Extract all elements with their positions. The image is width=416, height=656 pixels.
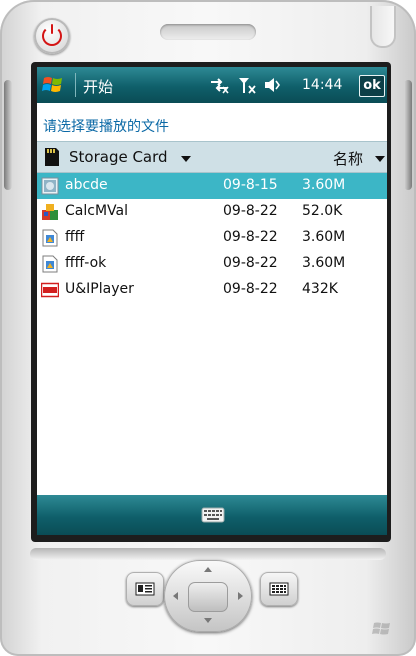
clock[interactable]: 14:44: [302, 77, 342, 93]
video-file-icon: [41, 177, 59, 195]
taskbar: 开始 14:44 ok: [37, 67, 387, 103]
screen: 开始 14:44 ok 请选择要播放的文件 Storage Card 名称 ab…: [37, 67, 387, 535]
windows-logo-icon: [372, 622, 390, 635]
dpad-right-icon: [238, 592, 243, 600]
stylus-slot: [370, 6, 396, 48]
list-header: Storage Card 名称: [37, 141, 387, 173]
list-item[interactable]: ffff-ok 09-8-22 3.60M: [37, 251, 387, 277]
dpad-down-icon: [204, 618, 212, 623]
media-file-icon: [42, 255, 58, 273]
player-app-icon: [41, 282, 59, 298]
pda-device: 开始 14:44 ok 请选择要播放的文件 Storage Card 名称 ab…: [0, 0, 416, 656]
volume-icon[interactable]: [263, 76, 283, 94]
side-grip-right: [404, 80, 412, 190]
calendar-icon: [269, 582, 289, 596]
right-hardware-button[interactable]: [260, 572, 298, 606]
list-item[interactable]: CalcMVal 09-8-22 52.0K: [37, 199, 387, 225]
contacts-icon: [135, 582, 155, 596]
ok-button[interactable]: ok: [359, 75, 385, 97]
storage-card-icon: [45, 148, 59, 166]
keyboard-icon[interactable]: [201, 506, 225, 524]
list-item[interactable]: ffff 09-8-22 3.60M: [37, 225, 387, 251]
list-item[interactable]: U&IPlayer 09-8-22 432K: [37, 277, 387, 303]
hardware-nav: [30, 548, 386, 644]
power-button[interactable]: [34, 18, 70, 54]
start-menu-label[interactable]: 开始: [83, 76, 113, 97]
prompt-text: 请选择要播放的文件: [43, 119, 169, 135]
windows-flag-icon[interactable]: [41, 73, 67, 97]
dpad-up-icon: [204, 567, 212, 572]
folder-dropdown[interactable]: Storage Card: [69, 148, 168, 166]
nav-rail: [30, 548, 386, 560]
dpad-left-icon: [173, 592, 178, 600]
chevron-down-icon[interactable]: [181, 156, 191, 162]
signal-icon[interactable]: [237, 76, 257, 94]
media-file-icon: [42, 229, 58, 247]
left-hardware-button[interactable]: [126, 572, 164, 606]
menu-bar: [37, 495, 387, 535]
earpiece-speaker: [160, 24, 256, 40]
sort-dropdown[interactable]: 名称: [333, 148, 363, 169]
side-grip-left: [4, 80, 12, 190]
file-list: abcde 09-8-15 3.60M CalcMVal 09-8-22 52.…: [37, 173, 387, 303]
app-file-icon: [42, 204, 58, 220]
sort-chevron-down-icon[interactable]: [375, 156, 385, 162]
list-item[interactable]: abcde 09-8-15 3.60M: [37, 173, 387, 199]
dpad-center-button[interactable]: [188, 582, 228, 612]
connectivity-icon[interactable]: [209, 76, 229, 94]
